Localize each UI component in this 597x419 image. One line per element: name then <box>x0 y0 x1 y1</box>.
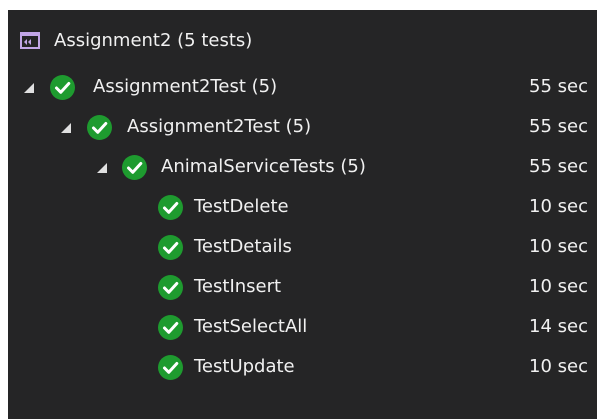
passed-check-icon <box>158 195 183 220</box>
passed-check-icon <box>87 115 112 140</box>
passed-check-icon <box>158 315 183 340</box>
passed-check-icon <box>158 275 183 300</box>
tree-row-test[interactable]: TestUpdate 10 sec <box>8 348 597 388</box>
tree-item-label: TestInsert <box>194 276 282 297</box>
test-explorer-panel: Assignment2 (5 tests) Assignment2Test (5… <box>8 10 597 419</box>
test-duration: 10 sec <box>529 276 588 297</box>
tree-item-label: Assignment2Test (5) <box>93 76 278 97</box>
test-duration: 55 sec <box>529 76 588 97</box>
test-duration: 10 sec <box>529 356 588 377</box>
project-icon <box>20 32 40 49</box>
tree-row-test[interactable]: TestSelectAll 14 sec <box>8 308 597 348</box>
solution-title: Assignment2 (5 tests) <box>54 30 253 51</box>
expanded-triangle-icon[interactable] <box>22 81 36 95</box>
tree-item-label: Assignment2Test (5) <box>127 116 312 137</box>
tree-row-class[interactable]: AnimalServiceTests (5) 55 sec <box>8 148 597 188</box>
expanded-triangle-icon[interactable] <box>59 121 73 135</box>
tree-item-label: AnimalServiceTests (5) <box>161 156 366 177</box>
tree-row-project[interactable]: Assignment2Test (5) 55 sec <box>8 68 597 108</box>
tree-row-test[interactable]: TestDelete 10 sec <box>8 188 597 228</box>
tree-row-test[interactable]: TestInsert 10 sec <box>8 268 597 308</box>
tree-row-test[interactable]: TestDetails 10 sec <box>8 228 597 268</box>
test-duration: 55 sec <box>529 116 588 137</box>
expanded-triangle-icon[interactable] <box>95 161 109 175</box>
test-duration: 10 sec <box>529 236 588 257</box>
test-duration: 10 sec <box>529 196 588 217</box>
test-duration: 14 sec <box>529 316 588 337</box>
tree-item-label: TestDelete <box>194 196 289 217</box>
tree-item-label: TestSelectAll <box>194 316 308 337</box>
passed-check-icon <box>158 235 183 260</box>
tree-item-label: TestDetails <box>194 236 292 257</box>
passed-check-icon <box>158 355 183 380</box>
passed-check-icon <box>50 75 75 100</box>
passed-check-icon <box>122 155 147 180</box>
test-duration: 55 sec <box>529 156 588 177</box>
tree-row-namespace[interactable]: Assignment2Test (5) 55 sec <box>8 108 597 148</box>
tree-item-label: TestUpdate <box>194 356 295 377</box>
